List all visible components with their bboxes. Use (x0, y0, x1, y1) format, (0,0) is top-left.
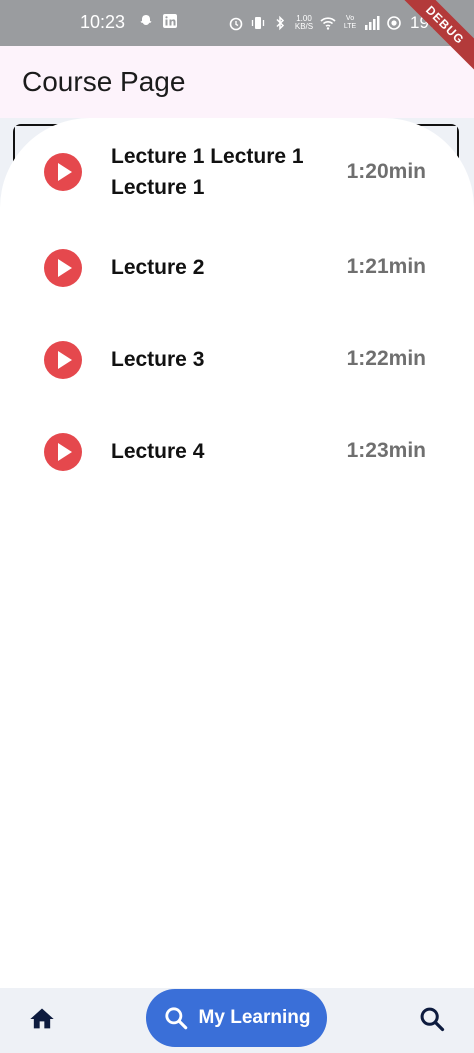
bottom-nav: My Learning (0, 988, 474, 1053)
lecture-item-2[interactable]: Lecture 2 1:21min (0, 248, 474, 288)
page-title: Course Page (22, 66, 186, 97)
status-bar: 10:23 1.00 KB/S Vo LTE 19% (0, 0, 474, 46)
net-speed-unit: KB/S (294, 22, 314, 31)
my-learning-label: My Learning (198, 1007, 311, 1028)
snapchat-icon (140, 15, 152, 25)
lecture-duration: 1:23min (346, 439, 426, 462)
lecture-duration: 1:21min (346, 255, 426, 278)
app-bar: Course Page (0, 46, 474, 118)
search-icon (164, 1007, 187, 1030)
net-speed: 1.00 KB/S (294, 15, 314, 31)
lecture-title: Lecture 2 (111, 256, 205, 279)
play-icon[interactable] (44, 153, 82, 191)
lecture-item-4[interactable]: Lecture 4 1:23min (0, 432, 474, 472)
lecture-item-1[interactable]: Lecture 1 Lecture 1 Lecture 1 1:20min (0, 138, 474, 208)
lecture-item-3[interactable]: Lecture 3 1:22min (0, 340, 474, 380)
battery-saver-icon (387, 16, 401, 30)
wifi-icon (320, 17, 336, 30)
lecture-duration: 1:22min (346, 347, 426, 370)
play-icon[interactable] (44, 341, 82, 379)
play-icon[interactable] (44, 433, 82, 471)
search-icon[interactable] (418, 1005, 446, 1033)
linkedin-icon (163, 14, 177, 28)
bluetooth-icon (276, 15, 285, 31)
lecture-title: Lecture 3 (111, 348, 205, 371)
vibrate-icon (251, 17, 265, 29)
status-left-icons (138, 13, 178, 29)
play-icon[interactable] (44, 249, 82, 287)
status-right-icons: 1.00 KB/S Vo LTE 19% (228, 13, 444, 33)
volte-label: Vo LTE (343, 15, 357, 30)
status-time: 10:23 (80, 12, 126, 32)
home-icon[interactable] (28, 1005, 56, 1033)
lecture-duration: 1:20min (346, 160, 426, 183)
lecture-title: Lecture 4 (111, 440, 205, 463)
lecture-title: Lecture 1 Lecture 1 Lecture 1 (111, 145, 304, 199)
my-learning-button[interactable]: My Learning (146, 989, 327, 1047)
signal-icon (365, 16, 380, 30)
alarm-icon (229, 17, 243, 31)
